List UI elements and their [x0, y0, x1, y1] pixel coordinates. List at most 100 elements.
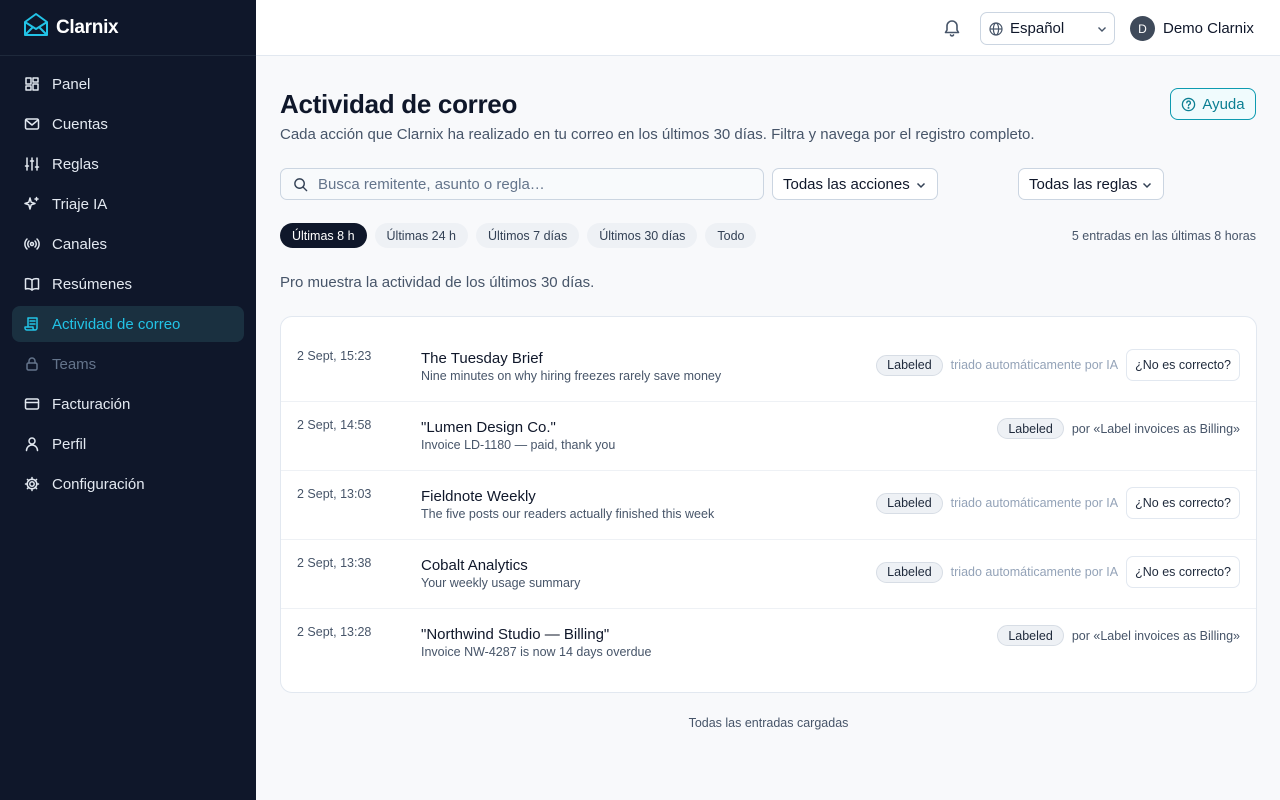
- help-button-label: Ayuda: [1202, 95, 1245, 113]
- time-chip[interactable]: Últimas 24 h: [374, 223, 469, 248]
- sidebar-item-panel[interactable]: Panel: [12, 66, 244, 102]
- sidebar: Clarnix Panel Cuentas Reglas Triaje IA Canal…: [0, 0, 256, 800]
- activity-row[interactable]: 2 Sept, 14:58 "Lumen Design Co." Invoice L…: [281, 402, 1256, 471]
- scroll-icon: [24, 316, 40, 332]
- activity-title: "Northwind Studio — Billing": [421, 626, 610, 643]
- sidebar-nav: Panel Cuentas Reglas Triaje IA Canales Resúme…: [0, 56, 256, 516]
- activity-subtitle: Invoice NW-4287 is now 14 days overdue: [421, 645, 652, 659]
- help-circle-icon: [1182, 97, 1196, 111]
- page-subtitle: Cada acción que Clarnix ha realizado en …: [280, 126, 1035, 143]
- entries-count: 5 entradas en las últimas 8 horas: [1071, 229, 1256, 243]
- sidebar-item-teams: Teams: [12, 346, 244, 382]
- status-badge: Labeled: [876, 354, 943, 376]
- globe-icon: [989, 21, 1003, 36]
- activity-time: 2 Sept, 13:03: [297, 487, 372, 501]
- sidebar-item-label: Resúmenes: [52, 275, 133, 293]
- broadcast-icon: [24, 236, 40, 252]
- activity-row[interactable]: 2 Sept, 15:23 The Tuesday Brief Nine minut…: [281, 333, 1256, 402]
- time-chip[interactable]: Todo: [705, 223, 757, 248]
- sidebar-item-reglas[interactable]: Reglas: [12, 146, 244, 182]
- sidebar-item-label: Cuentas: [52, 115, 108, 133]
- sidebar-item-triaje-ia[interactable]: Triaje IA: [12, 186, 244, 222]
- activity-subtitle: Nine minutes on why hiring freezes rarel…: [421, 369, 722, 383]
- user-name: Demo Clarnix: [1163, 20, 1254, 37]
- sidebar-item-label: Facturación: [52, 395, 131, 413]
- sidebar-item-configuración[interactable]: Configuración: [12, 466, 244, 502]
- activity-row[interactable]: 2 Sept, 13:38 Cobalt Analytics Your weekly…: [281, 540, 1256, 609]
- chevron-down-icon: [916, 182, 926, 189]
- ai-attribution: triado automáticamente por IA: [950, 565, 1119, 579]
- rule-attribution: por «Label invoices as Billing»: [1071, 421, 1240, 436]
- status-badge: Labeled: [876, 492, 943, 514]
- status-badge: Labeled: [997, 418, 1064, 439]
- sidebar-item-label: Canales: [52, 235, 108, 253]
- sidebar-item-canales[interactable]: Canales: [12, 226, 244, 262]
- top-bar: Español D Demo Clarnix: [256, 0, 1280, 56]
- activity-title: Fieldnote Weekly: [421, 488, 536, 505]
- activity-subtitle: The five posts our readers actually fini…: [421, 507, 715, 521]
- sidebar-item-label: Panel: [52, 75, 91, 93]
- sidebar-item-label: Triaje IA: [52, 195, 108, 213]
- search-input[interactable]: [318, 175, 738, 193]
- dashboard-icon: [24, 76, 40, 92]
- chevron-down-icon: [1142, 182, 1152, 189]
- brand-name: Clarnix: [56, 16, 119, 38]
- time-chip[interactable]: Últimas 8 h: [280, 223, 367, 248]
- time-range-chips: Últimas 8 h Últimas 24 h Últimos 7 días Últ…: [280, 223, 764, 248]
- avatar: D: [1130, 16, 1155, 41]
- actions-filter-value: Todas las acciones: [783, 175, 910, 193]
- sidebar-item-cuentas[interactable]: Cuentas: [12, 106, 244, 142]
- sidebar-item-label: Configuración: [52, 475, 145, 493]
- page-title: Actividad de correo: [280, 89, 518, 119]
- sidebar-item-perfil[interactable]: Perfil: [12, 426, 244, 462]
- language-select[interactable]: Español: [980, 12, 1115, 45]
- bell-icon[interactable]: [942, 18, 962, 38]
- ai-attribution: triado automáticamente por IA: [950, 496, 1119, 510]
- sidebar-item-label: Actividad de correo: [52, 315, 181, 333]
- search-box: [280, 168, 764, 200]
- not-correct-button[interactable]: ¿No es correcto?: [1126, 487, 1240, 519]
- activity-meta: Labeled por «Label invoices as Billing»: [997, 625, 1240, 646]
- chevron-down-icon: [1098, 27, 1106, 32]
- not-correct-button[interactable]: ¿No es correcto?: [1126, 349, 1240, 381]
- sidebar-item-facturación[interactable]: Facturación: [12, 386, 244, 422]
- sidebar-item-label: Perfil: [52, 435, 87, 453]
- book-icon: [24, 276, 40, 292]
- ai-attribution: triado automáticamente por IA: [950, 358, 1119, 372]
- sidebar-item-actividad-de-correo[interactable]: Actividad de correo: [12, 306, 244, 342]
- activity-subtitle: Invoice LD-1180 — paid, thank you: [421, 438, 616, 452]
- user-menu[interactable]: D Demo Clarnix: [1130, 16, 1254, 41]
- activity-time: 2 Sept, 15:23: [297, 349, 372, 363]
- search-icon: [294, 177, 308, 191]
- activity-title: The Tuesday Brief: [421, 350, 543, 367]
- language-value: Español: [1010, 20, 1065, 37]
- activity-meta: Labeled triado automáticamente por IA ¿No …: [876, 349, 1240, 381]
- activity-title: Cobalt Analytics: [421, 557, 528, 574]
- sidebar-item-label: Reglas: [52, 155, 99, 173]
- pro-note: Pro muestra la actividad de los últimos …: [280, 274, 595, 291]
- mail-icon: [24, 116, 40, 132]
- status-badge: Labeled: [876, 561, 943, 583]
- time-chip[interactable]: Últimos 7 días: [476, 223, 580, 248]
- activity-row[interactable]: 2 Sept, 13:03 Fieldnote Weekly The five po…: [281, 471, 1256, 540]
- credit-card-icon: [24, 396, 40, 412]
- activity-row[interactable]: 2 Sept, 13:28 "Northwind Studio — Billing…: [281, 609, 1256, 678]
- activity-meta: Labeled triado automáticamente por IA ¿No …: [876, 556, 1240, 588]
- lock-icon: [24, 356, 40, 372]
- activity-list: 2 Sept, 15:23 The Tuesday Brief Nine minut…: [280, 316, 1257, 693]
- sidebar-item-resúmenes[interactable]: Resúmenes: [12, 266, 244, 302]
- actions-filter-select[interactable]: Todas las acciones: [772, 168, 938, 200]
- not-correct-button[interactable]: ¿No es correcto?: [1126, 556, 1240, 588]
- envelope-logo-icon: [22, 11, 50, 44]
- gear-icon: [24, 476, 40, 492]
- time-chip[interactable]: Últimos 30 días: [587, 223, 698, 248]
- rules-filter-select[interactable]: Todas las reglas: [1018, 168, 1164, 200]
- activity-time: 2 Sept, 14:58: [297, 418, 372, 432]
- help-button[interactable]: Ayuda: [1170, 88, 1256, 120]
- sliders-icon: [24, 156, 40, 172]
- brand[interactable]: Clarnix: [0, 0, 256, 56]
- sidebar-item-label: Teams: [52, 355, 97, 373]
- activity-title: "Lumen Design Co.": [421, 419, 556, 436]
- activity-meta: Labeled por «Label invoices as Billing»: [997, 418, 1240, 439]
- activity-meta: Labeled triado automáticamente por IA ¿No …: [876, 487, 1240, 519]
